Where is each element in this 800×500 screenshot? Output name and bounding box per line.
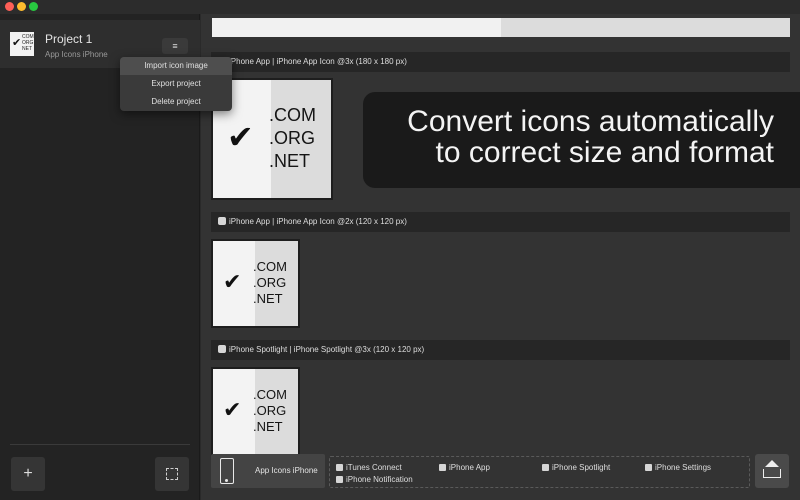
check-icon: ✔: [223, 397, 242, 422]
icon-text-com: .COM: [253, 259, 287, 274]
icon-text-org: .ORG: [253, 403, 287, 418]
check-iphone-settings[interactable]: iPhone Settings: [645, 463, 711, 472]
icon-text-net: .NET: [253, 291, 283, 306]
dashed-square-icon: [166, 468, 178, 480]
check-icon: ✔: [12, 37, 22, 49]
export-button[interactable]: [755, 454, 789, 488]
banner-line-1: Convert icons automatically: [407, 105, 774, 138]
menu-item-delete-project[interactable]: Delete project: [120, 93, 232, 111]
main-content: iPhone App | iPhone App Icon @3x (180 x …: [201, 14, 800, 500]
check-iphone-spotlight[interactable]: iPhone Spotlight: [542, 463, 610, 472]
menu-item-export-project[interactable]: Export project: [120, 75, 232, 93]
check-icon: ✔: [227, 119, 254, 155]
section-header-iphone-spotlight-3x[interactable]: iPhone Spotlight | iPhone Spotlight @3x …: [211, 340, 790, 360]
iphone-icon: [220, 458, 234, 484]
menu-item-import-icon-image[interactable]: Import icon image: [120, 57, 232, 75]
zoom-window-button[interactable]: [29, 2, 38, 11]
icon-text-org: .ORG: [269, 128, 316, 148]
project-context-menu: Import icon image Export project Delete …: [120, 57, 232, 111]
section-label: iPhone Spotlight | iPhone Spotlight @3x …: [229, 345, 425, 354]
check-icon: ✔: [223, 269, 242, 294]
output-targets: iTunes Connect iPhone App iPhone Spotlig…: [329, 456, 750, 488]
check-itunes-connect[interactable]: iTunes Connect: [336, 463, 402, 472]
project-menu-button[interactable]: ≡: [162, 38, 188, 54]
icon-text-com: .COM: [269, 105, 316, 125]
icon-text-net: .NET: [253, 419, 283, 434]
previous-icon-preview: [212, 18, 790, 37]
icon-text-net: .NET: [269, 151, 311, 171]
promo-banner: Convert icons automatically to correct s…: [363, 92, 800, 188]
icon-preview-spotlight: ✔ .COM .ORG .NET: [211, 367, 300, 456]
minimize-window-button[interactable]: [17, 2, 26, 11]
project-thumbnail: ✔ COM ORG NET: [10, 32, 34, 56]
icon-text-com: .COM: [253, 387, 287, 402]
icon-preview-120: ✔ .COM .ORG .NET: [211, 239, 300, 328]
check-iphone-notification[interactable]: iPhone Notification: [336, 475, 413, 484]
section-header-iphone-app-2x[interactable]: iPhone App | iPhone App Icon @2x (120 x …: [211, 212, 790, 232]
upload-tray-icon: [765, 460, 779, 467]
project-thumbnail-text: COM ORG NET: [22, 34, 34, 52]
app-window: ✔ COM ORG NET Project 1 App Icons iPhone…: [0, 0, 800, 500]
hamburger-menu-icon: ≡: [172, 41, 178, 51]
section-label: iPhone App | iPhone App Icon @3x (180 x …: [229, 57, 407, 66]
select-area-button[interactable]: [155, 457, 189, 491]
plus-icon: +: [23, 465, 33, 482]
add-project-button[interactable]: +: [11, 457, 45, 491]
check-iphone-app[interactable]: iPhone App: [439, 463, 490, 472]
title-bar: [0, 0, 800, 14]
checkbox[interactable]: [218, 345, 226, 353]
sidebar-divider: [10, 444, 190, 445]
banner-line-2: to correct size and format: [435, 136, 774, 169]
section-label: iPhone App | iPhone App Icon @2x (120 x …: [229, 217, 407, 226]
device-selector[interactable]: App Icons iPhone: [211, 454, 325, 488]
close-window-button[interactable]: [5, 2, 14, 11]
checkbox[interactable]: [218, 217, 226, 225]
icon-text-org: .ORG: [253, 275, 287, 290]
project-title: Project 1: [45, 32, 93, 46]
device-label: App Icons iPhone: [255, 466, 318, 475]
project-subtitle: App Icons iPhone: [45, 50, 108, 59]
section-header-iphone-app-3x[interactable]: iPhone App | iPhone App Icon @3x (180 x …: [211, 52, 790, 72]
